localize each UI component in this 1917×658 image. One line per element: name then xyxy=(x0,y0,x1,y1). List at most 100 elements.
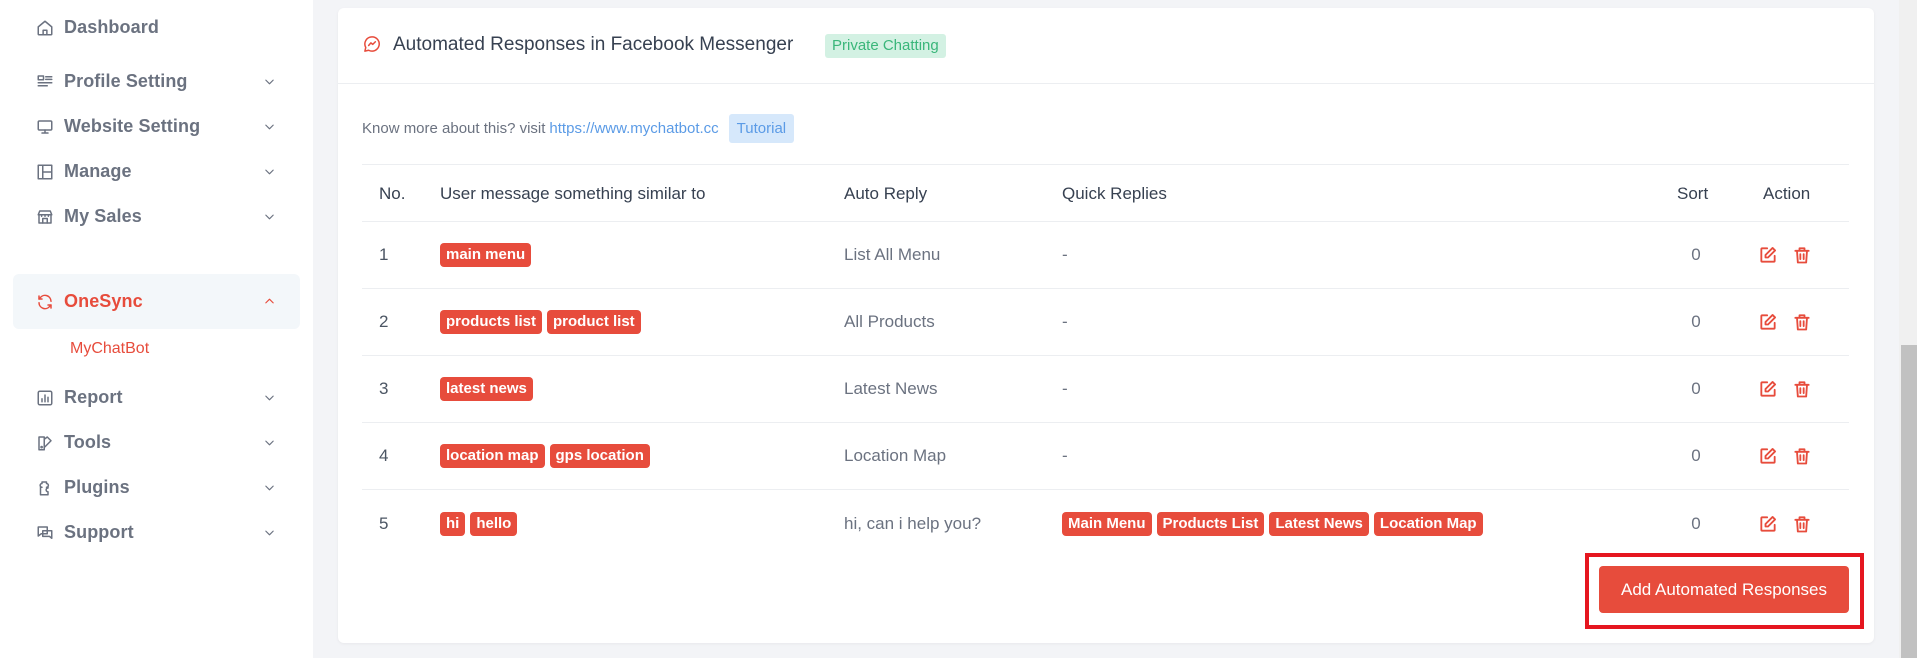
auto-reply-text: Latest News xyxy=(844,379,938,398)
scrollbar-thumb[interactable] xyxy=(1901,345,1917,658)
keyword-tags: products list product list xyxy=(440,310,646,334)
chevron-down-icon[interactable] xyxy=(263,392,275,404)
row-number: 5 xyxy=(379,513,389,533)
info-text: Know more about this? visit xyxy=(362,120,546,137)
chevron-up-icon[interactable] xyxy=(263,296,275,308)
sidebar-item-label: Manage xyxy=(64,161,132,181)
sort-value: 0 xyxy=(1691,446,1701,465)
quick-reply-tag: Products List xyxy=(1156,511,1265,536)
messenger-icon xyxy=(363,35,381,53)
sort-value: 0 xyxy=(1691,379,1701,398)
chevron-down-icon[interactable] xyxy=(263,437,275,449)
keyword-tag: gps location xyxy=(549,444,650,468)
sidebar-item-label: Website Setting xyxy=(64,116,201,136)
sidebar-item-label: Profile Setting xyxy=(64,71,188,91)
row-number: 4 xyxy=(379,446,389,465)
responses-table: No. User message something similar to Au… xyxy=(362,164,1849,557)
edit-icon[interactable] xyxy=(1757,513,1779,535)
plugin-icon xyxy=(36,479,54,497)
header-message: User message something similar to xyxy=(440,184,706,203)
layout-icon xyxy=(36,163,54,181)
keyword-tags: main menu xyxy=(440,243,536,267)
card-header: Automated Responses in Facebook Messenge… xyxy=(338,8,1874,84)
sidebar: Dashboard Profile Setting Website Setting M… xyxy=(0,0,313,658)
keyword-tag: product list xyxy=(547,310,641,334)
sort-value: 0 xyxy=(1691,245,1701,264)
keyword-tag: location map xyxy=(440,444,545,468)
trash-icon[interactable] xyxy=(1791,445,1813,467)
home-icon xyxy=(36,19,54,37)
trash-icon[interactable] xyxy=(1791,513,1813,535)
card-title: Automated Responses in Facebook Messenge… xyxy=(393,34,794,55)
chat-icon xyxy=(36,524,54,542)
quick-replies-empty: - xyxy=(1062,312,1068,331)
chevron-down-icon[interactable] xyxy=(263,211,275,223)
keyword-tag: latest news xyxy=(440,377,533,401)
edit-icon[interactable] xyxy=(1757,378,1779,400)
keyword-tag: hello xyxy=(470,511,518,536)
quick-replies: - xyxy=(1062,312,1068,332)
table-header: No. User message something similar to Au… xyxy=(362,164,1849,222)
auto-reply-text: List All Menu xyxy=(844,245,941,264)
mychatbot-link[interactable]: https://www.mychatbot.cc xyxy=(549,120,718,137)
row-actions xyxy=(1757,311,1813,333)
monitor-icon xyxy=(36,118,54,136)
chevron-down-icon[interactable] xyxy=(263,121,275,133)
quick-replies: - xyxy=(1062,245,1068,265)
sort-value: 0 xyxy=(1691,312,1701,331)
sidebar-item-dashboard[interactable]: Dashboard xyxy=(13,0,300,55)
row-number: 3 xyxy=(379,379,389,398)
auto-reply-text: All Products xyxy=(844,312,935,331)
automated-responses-card: Automated Responses in Facebook Messenge… xyxy=(338,8,1874,643)
row-actions xyxy=(1757,378,1813,400)
row-actions xyxy=(1757,513,1813,535)
sidebar-item-my-sales[interactable]: My Sales xyxy=(13,189,300,244)
keyword-tag: products list xyxy=(440,310,543,334)
table-row: 4 location map gps location Location Map - 0 xyxy=(362,423,1849,490)
chevron-down-icon[interactable] xyxy=(263,76,275,88)
header-auto-reply: Auto Reply xyxy=(844,184,928,203)
table-row: 5 hi hello hi, can i help you? Main Menu Prod… xyxy=(362,490,1849,557)
header-quick-replies: Quick Replies xyxy=(1062,184,1167,203)
chart-icon xyxy=(36,389,54,407)
sidebar-item-label: My Sales xyxy=(64,206,142,226)
row-actions xyxy=(1757,445,1813,467)
header-action: Action xyxy=(1763,184,1811,203)
trash-icon[interactable] xyxy=(1791,378,1813,400)
keyword-tags: location map gps location xyxy=(440,444,655,468)
row-actions xyxy=(1757,244,1813,266)
sidebar-item-label: Support xyxy=(64,522,134,542)
sidebar-subitem-mychatbot[interactable]: MyChatBot xyxy=(70,340,149,358)
store-icon xyxy=(36,208,54,226)
sidebar-item-label: Report xyxy=(64,387,123,407)
row-number: 1 xyxy=(379,245,389,264)
auto-reply-text: hi, can i help you? xyxy=(844,513,982,533)
edit-icon[interactable] xyxy=(1757,311,1779,333)
quick-replies: - xyxy=(1062,446,1068,466)
quick-replies-empty: - xyxy=(1062,446,1068,465)
chevron-down-icon[interactable] xyxy=(263,166,275,178)
tutorial-badge[interactable]: Tutorial xyxy=(728,114,795,143)
sidebar-item-support[interactable]: Support xyxy=(13,505,300,560)
edit-icon[interactable] xyxy=(1757,244,1779,266)
keyword-tag: hi xyxy=(440,511,466,536)
profile-list-icon xyxy=(36,73,54,91)
keyword-tags: hi hello xyxy=(440,511,522,536)
header-sort: Sort xyxy=(1677,184,1709,203)
trash-icon[interactable] xyxy=(1791,244,1813,266)
header-no: No. xyxy=(379,184,406,203)
sidebar-item-label: Plugins xyxy=(64,477,130,497)
sync-icon xyxy=(36,293,54,311)
private-chatting-badge: Private Chatting xyxy=(825,34,946,58)
edit-icon[interactable] xyxy=(1757,445,1779,467)
quick-replies: Main Menu Products List Latest News Locatio… xyxy=(1062,511,1488,536)
trash-icon[interactable] xyxy=(1791,311,1813,333)
table-row: 2 products list product list All Products - 0 xyxy=(362,289,1849,356)
sidebar-item-onesync[interactable]: OneSync xyxy=(13,274,300,329)
chevron-down-icon[interactable] xyxy=(263,482,275,494)
chevron-down-icon[interactable] xyxy=(263,527,275,539)
add-automated-responses-button[interactable]: Add Automated Responses xyxy=(1599,566,1849,613)
quick-replies: - xyxy=(1062,379,1068,399)
sidebar-item-label: Dashboard xyxy=(64,17,159,37)
keyword-tag: main menu xyxy=(440,243,532,267)
